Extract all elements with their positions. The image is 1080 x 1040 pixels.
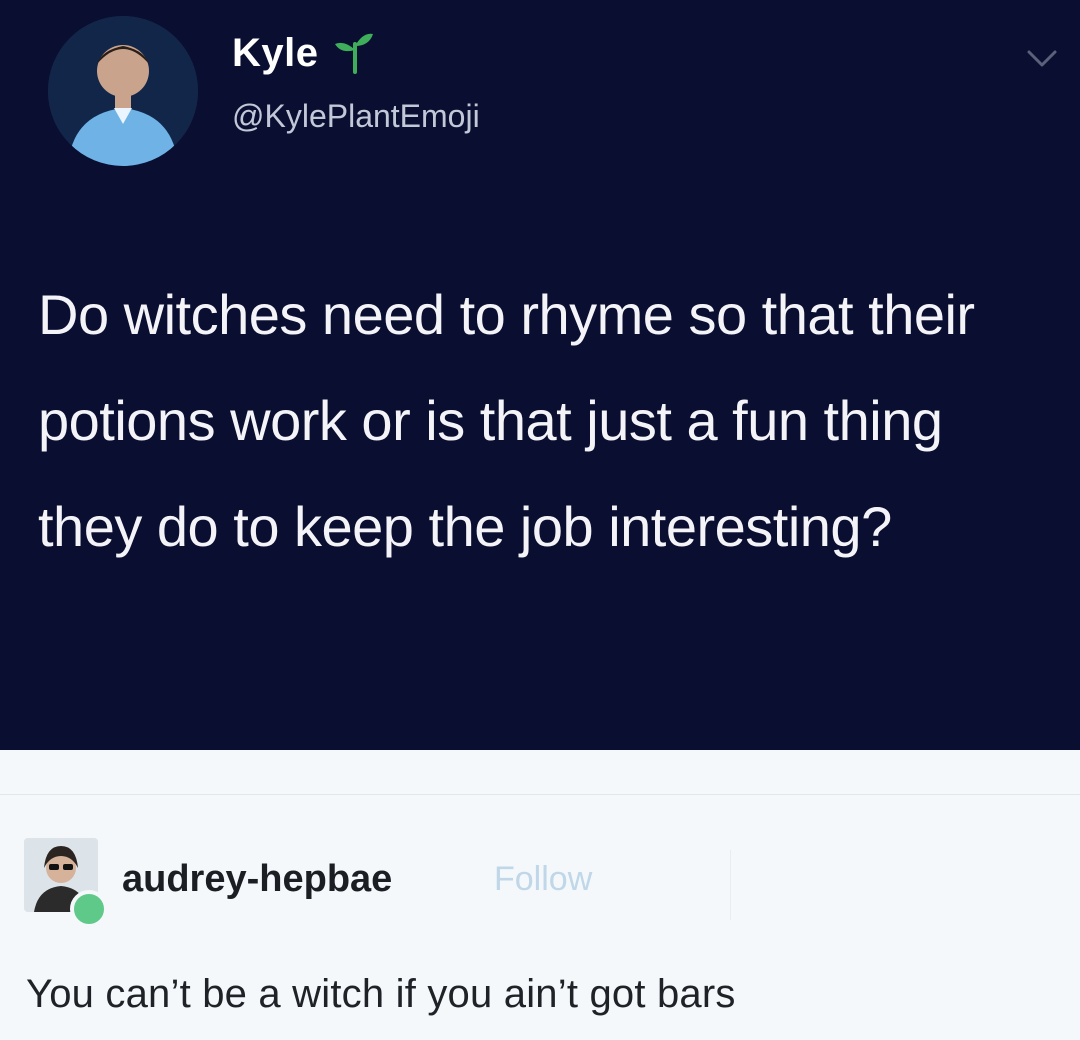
reply-text: You can’t be a witch if you ain’t got ba…: [26, 972, 736, 1016]
sprout-icon: [333, 28, 375, 79]
tweet-author-name[interactable]: Kyle: [232, 31, 319, 76]
reply-username[interactable]: audrey-hepbae: [122, 858, 392, 901]
tweet-author-avatar[interactable]: [48, 16, 198, 166]
divider: [0, 794, 1080, 795]
reply-post: audrey-hepbae Follow You can’t be a witc…: [0, 750, 1080, 1040]
reply-badge-icon: [70, 890, 108, 928]
tweet-card: Kyle @KylePlantEmoji Do witches need to …: [0, 0, 1080, 750]
tweet-author-handle[interactable]: @KylePlantEmoji: [232, 98, 480, 135]
follow-button[interactable]: Follow: [494, 860, 592, 899]
tweet-text: Do witches need to rhyme so that their p…: [38, 283, 975, 558]
divider: [730, 850, 731, 920]
